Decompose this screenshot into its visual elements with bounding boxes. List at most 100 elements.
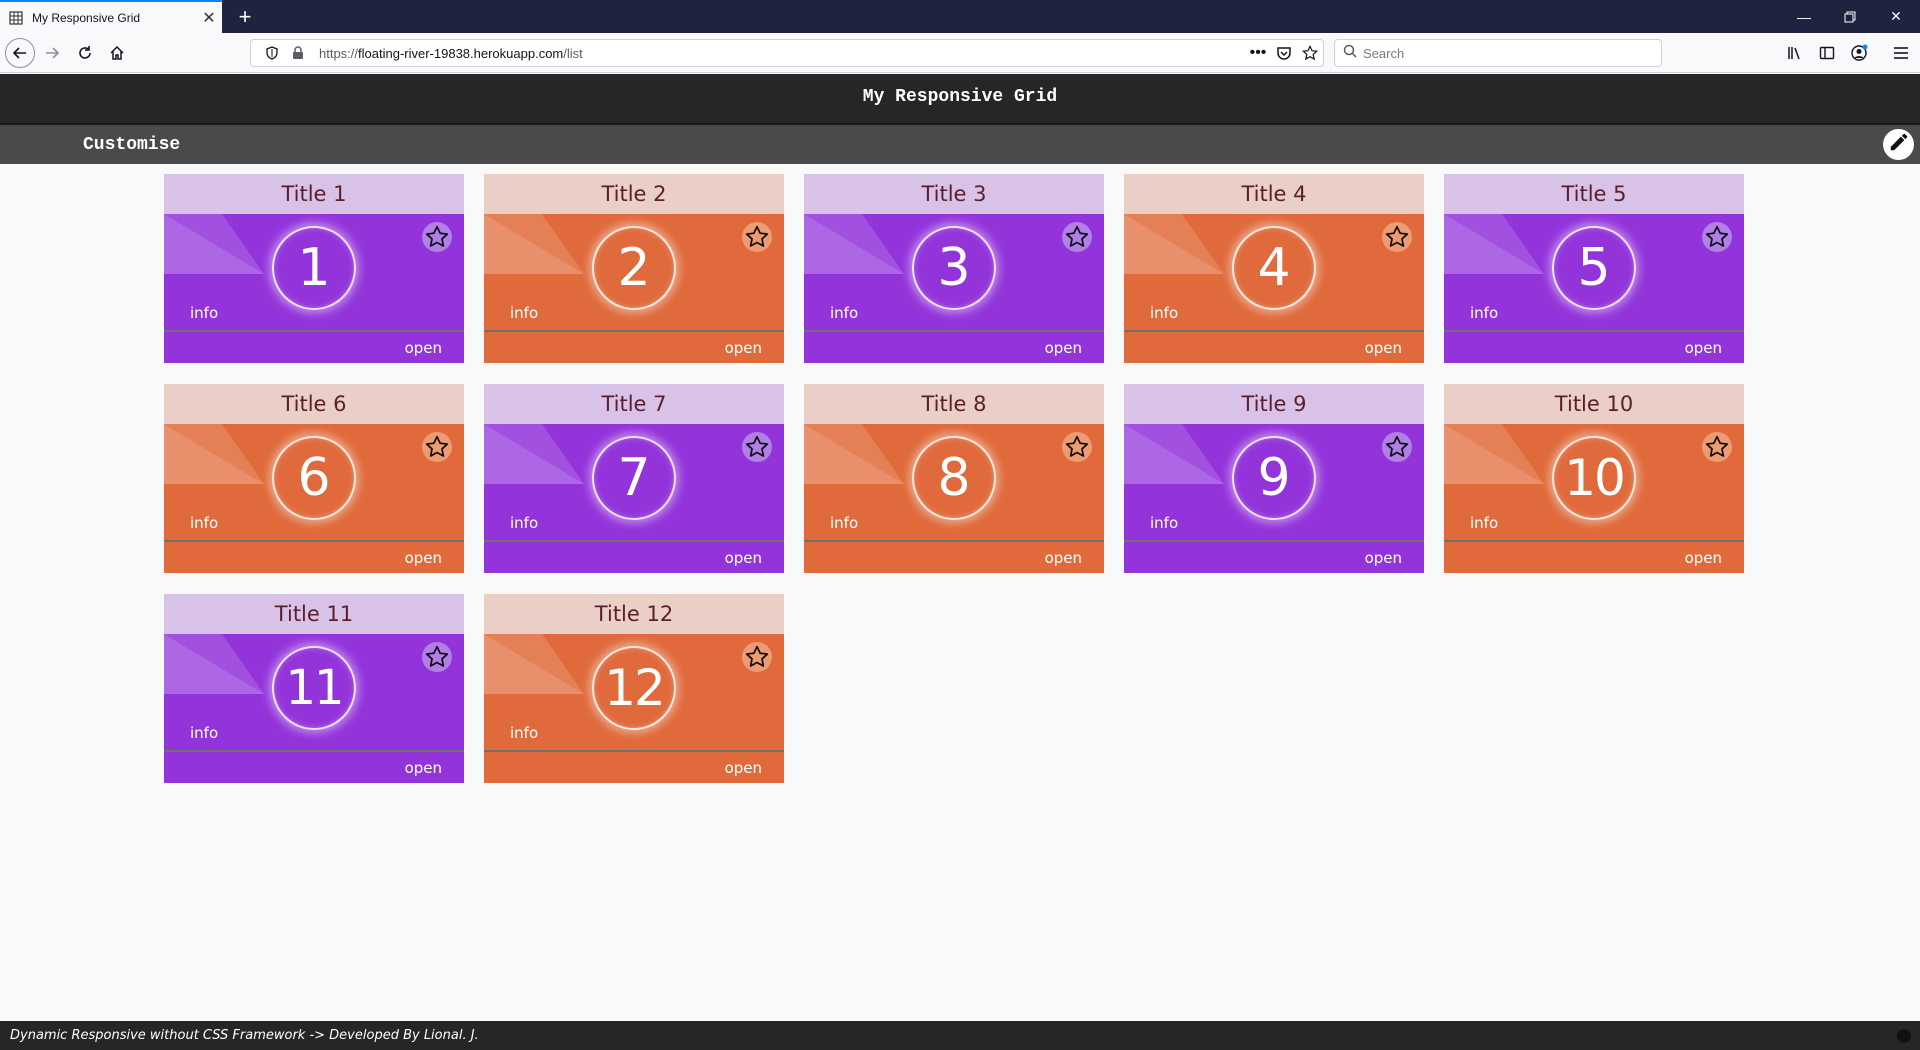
bookmark-star-icon[interactable] — [1297, 40, 1323, 66]
card-body: 12 info — [484, 634, 784, 750]
card-open-link[interactable]: open — [725, 759, 762, 777]
customise-label[interactable]: Customise — [83, 135, 180, 155]
library-icon[interactable] — [1781, 39, 1809, 67]
back-icon[interactable] — [5, 38, 35, 68]
card-open-link[interactable]: open — [1045, 339, 1082, 357]
card-number-badge: 7 — [592, 436, 676, 520]
grid-card[interactable]: Title 9 9 info open — [1124, 384, 1424, 573]
search-input[interactable] — [1363, 45, 1643, 61]
card-footer: open — [1444, 540, 1744, 573]
favorite-star-icon[interactable] — [742, 642, 772, 672]
card-info-link[interactable]: info — [1470, 514, 1498, 532]
grid-card[interactable]: Title 8 8 info open — [804, 384, 1104, 573]
card-number-badge: 10 — [1552, 436, 1636, 520]
account-icon[interactable] — [1845, 39, 1873, 67]
card-info-link[interactable]: info — [510, 724, 538, 742]
close-tab-icon[interactable]: ✕ — [196, 5, 222, 31]
close-window-icon[interactable]: ✕ — [1873, 0, 1919, 33]
card-title: Title 5 — [1444, 174, 1744, 214]
grid-card[interactable]: Title 3 3 info open — [804, 174, 1104, 363]
search-icon — [1343, 44, 1357, 63]
card-open-link[interactable]: open — [725, 549, 762, 567]
app-title: My Responsive Grid — [862, 87, 1058, 107]
home-icon[interactable] — [102, 38, 132, 68]
favorite-star-icon[interactable] — [1702, 432, 1732, 462]
reload-icon[interactable] — [70, 38, 100, 68]
favorite-star-icon[interactable] — [742, 432, 772, 462]
grid-card[interactable]: Title 5 5 info open — [1444, 174, 1744, 363]
menu-icon[interactable] — [1887, 39, 1915, 67]
card-number-badge: 9 — [1232, 436, 1316, 520]
card-info-link[interactable]: info — [1150, 304, 1178, 322]
card-body: 1 info — [164, 214, 464, 330]
card-footer: open — [804, 330, 1104, 363]
new-tab-plus-icon[interactable]: + — [232, 4, 258, 30]
forward-icon[interactable] — [37, 38, 67, 68]
card-open-link[interactable]: open — [1685, 549, 1722, 567]
pencil-icon — [1888, 131, 1910, 158]
grid-card[interactable]: Title 12 12 info open — [484, 594, 784, 783]
card-info-link[interactable]: info — [510, 514, 538, 532]
restore-icon[interactable] — [1827, 0, 1873, 33]
card-number-badge: 8 — [912, 436, 996, 520]
shield-icon[interactable] — [259, 40, 285, 66]
url-text: https://floating-river-19838.herokuapp.c… — [319, 45, 583, 61]
search-bar[interactable] — [1334, 39, 1662, 67]
card-info-link[interactable]: info — [830, 304, 858, 322]
card-body: 5 info — [1444, 214, 1744, 330]
more-icon[interactable]: ••• — [1245, 40, 1271, 66]
sidebar-icon[interactable] — [1813, 39, 1841, 67]
card-open-link[interactable]: open — [405, 759, 442, 777]
card-open-link[interactable]: open — [1365, 549, 1402, 567]
lock-icon[interactable] — [285, 40, 311, 66]
favorite-star-icon[interactable] — [1382, 222, 1412, 252]
card-body: 3 info — [804, 214, 1104, 330]
card-info-link[interactable]: info — [1470, 304, 1498, 322]
card-number-badge: 5 — [1552, 226, 1636, 310]
grid-card[interactable]: Title 1 1 info open — [164, 174, 464, 363]
favorite-star-icon[interactable] — [1382, 432, 1412, 462]
favorite-star-icon[interactable] — [1062, 432, 1092, 462]
grid-card[interactable]: Title 7 7 info open — [484, 384, 784, 573]
card-footer: open — [1444, 330, 1744, 363]
favorite-star-icon[interactable] — [422, 432, 452, 462]
grid-card[interactable]: Title 11 11 info open — [164, 594, 464, 783]
browser-tab[interactable]: My Responsive Grid ✕ — [0, 0, 222, 33]
card-info-link[interactable]: info — [190, 724, 218, 742]
grid-card[interactable]: Title 10 10 info open — [1444, 384, 1744, 573]
favorite-star-icon[interactable] — [1062, 222, 1092, 252]
favorite-star-icon[interactable] — [422, 642, 452, 672]
url-bar[interactable]: https://floating-river-19838.herokuapp.c… — [250, 39, 1324, 67]
grid-card[interactable]: Title 4 4 info open — [1124, 174, 1424, 363]
favorite-star-icon[interactable] — [742, 222, 772, 252]
card-open-link[interactable]: open — [1365, 339, 1402, 357]
card-title: Title 4 — [1124, 174, 1424, 214]
card-body: 9 info — [1124, 424, 1424, 540]
grid-card[interactable]: Title 6 6 info open — [164, 384, 464, 573]
card-open-link[interactable]: open — [725, 339, 762, 357]
pocket-icon[interactable] — [1271, 40, 1297, 66]
card-info-link[interactable]: info — [830, 514, 858, 532]
card-title: Title 11 — [164, 594, 464, 634]
card-info-link[interactable]: info — [190, 514, 218, 532]
browser-tab-bar: My Responsive Grid ✕ + — ✕ — [0, 0, 1920, 33]
grid-card[interactable]: Title 2 2 info open — [484, 174, 784, 363]
minimize-icon[interactable]: — — [1781, 0, 1827, 33]
card-open-link[interactable]: open — [1685, 339, 1722, 357]
card-info-link[interactable]: info — [190, 304, 218, 322]
tab-title: My Responsive Grid — [32, 10, 141, 25]
favorite-star-icon[interactable] — [1702, 222, 1732, 252]
edit-button[interactable] — [1883, 129, 1914, 160]
card-open-link[interactable]: open — [1045, 549, 1082, 567]
card-footer: open — [164, 750, 464, 783]
card-number-badge: 11 — [272, 646, 356, 730]
card-info-link[interactable]: info — [1150, 514, 1178, 532]
favorite-star-icon[interactable] — [422, 222, 452, 252]
card-open-link[interactable]: open — [405, 549, 442, 567]
browser-nav-bar: https://floating-river-19838.herokuapp.c… — [0, 33, 1920, 73]
card-title: Title 6 — [164, 384, 464, 424]
card-footer: open — [484, 750, 784, 783]
grid-favicon-icon — [9, 10, 23, 25]
card-info-link[interactable]: info — [510, 304, 538, 322]
card-open-link[interactable]: open — [405, 339, 442, 357]
